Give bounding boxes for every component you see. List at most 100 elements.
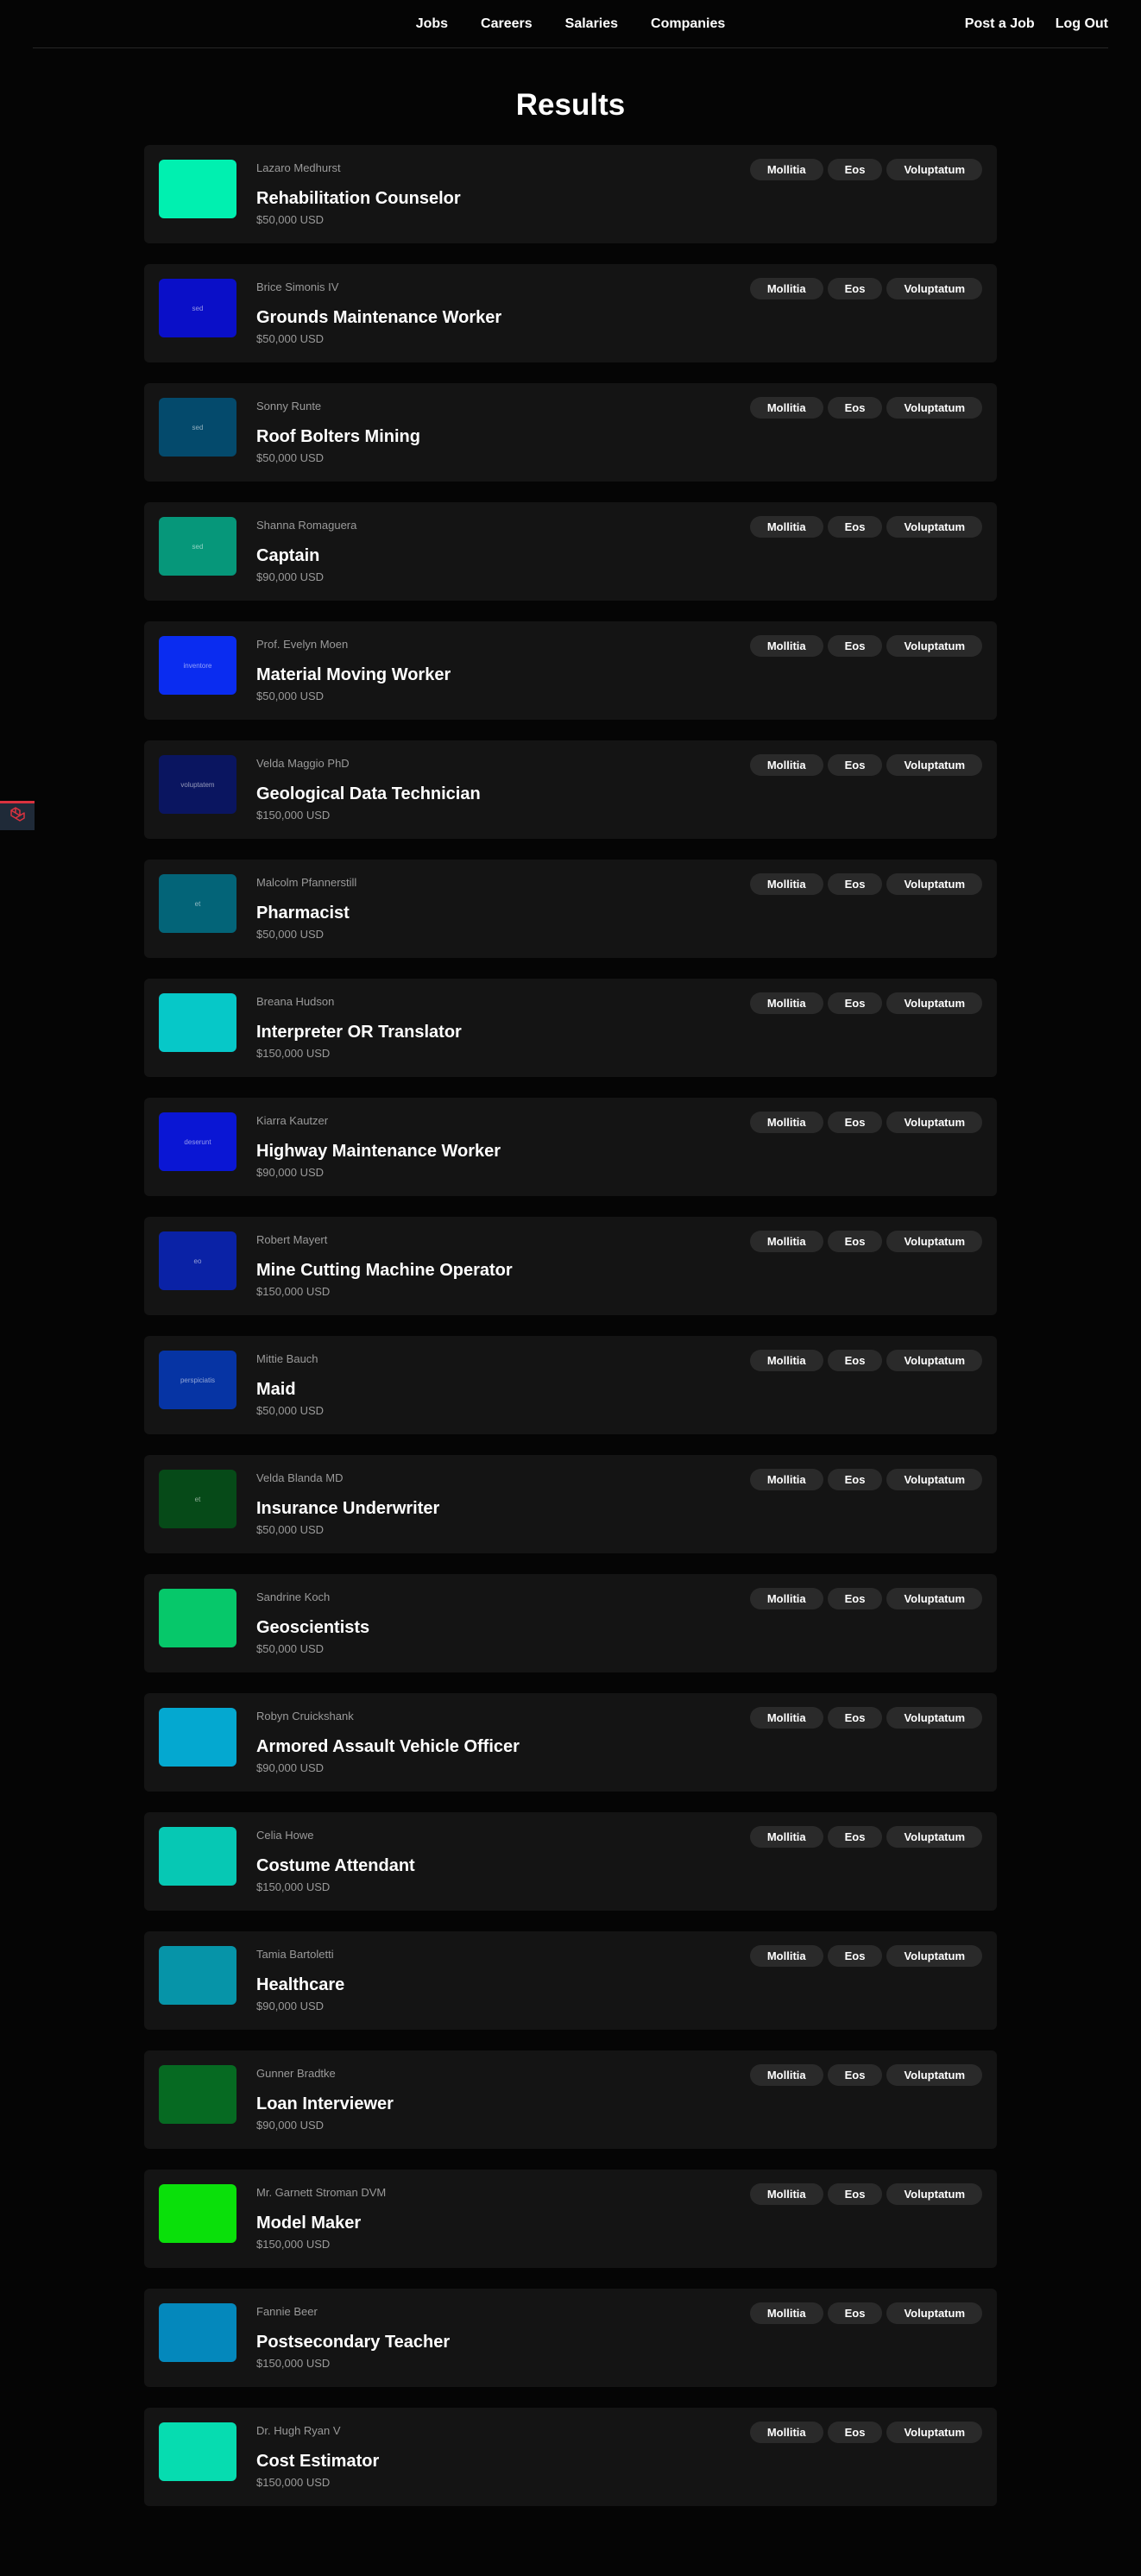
- tag-eos-button[interactable]: Eos: [827, 1350, 883, 1371]
- tag-mollitia-button[interactable]: Mollitia: [749, 1588, 823, 1609]
- tag-eos-button[interactable]: Eos: [827, 1826, 883, 1848]
- tag-eos-button[interactable]: Eos: [827, 1588, 883, 1609]
- tag-mollitia-button[interactable]: Mollitia: [749, 159, 823, 180]
- tag-voluptatum-button[interactable]: Voluptatum: [886, 2302, 982, 2324]
- job-card[interactable]: Mr. Garnett Stroman DVM Model Maker $150,0…: [144, 2170, 997, 2268]
- job-title-link[interactable]: Maid: [256, 1380, 296, 1400]
- job-card[interactable]: Dr. Hugh Ryan V Cost Estimator $150,000 US…: [144, 2408, 997, 2506]
- tag-voluptatum-button[interactable]: Voluptatum: [886, 873, 982, 895]
- tag-eos-button[interactable]: Eos: [827, 635, 883, 657]
- job-title-link[interactable]: Mine Cutting Machine Operator: [256, 1261, 513, 1281]
- job-card[interactable]: sed Sonny Runte Roof Bolters Mining $50,000…: [144, 383, 997, 482]
- job-title-link[interactable]: Highway Maintenance Worker: [256, 1142, 501, 1162]
- tag-voluptatum-button[interactable]: Voluptatum: [886, 2422, 982, 2443]
- tag-eos-button[interactable]: Eos: [827, 159, 883, 180]
- tag-voluptatum-button[interactable]: Voluptatum: [886, 516, 982, 538]
- tag-mollitia-button[interactable]: Mollitia: [749, 1350, 823, 1371]
- tag-voluptatum-button[interactable]: Voluptatum: [886, 278, 982, 299]
- job-title-link[interactable]: Roof Bolters Mining: [256, 427, 420, 447]
- job-card[interactable]: Fannie Beer Postsecondary Teacher $150,000…: [144, 2289, 997, 2387]
- job-title-link[interactable]: Insurance Underwriter: [256, 1499, 439, 1519]
- job-title-link[interactable]: Loan Interviewer: [256, 2094, 394, 2114]
- job-card[interactable]: eo Robert Mayert Mine Cutting Machine Oper…: [144, 1217, 997, 1315]
- tag-voluptatum-button[interactable]: Voluptatum: [886, 992, 982, 1014]
- log-out-link[interactable]: Log Out: [1056, 16, 1108, 32]
- tag-eos-button[interactable]: Eos: [827, 278, 883, 299]
- job-card[interactable]: deserunt Kiarra Kautzer Highway Maintenanc…: [144, 1098, 997, 1196]
- tag-eos-button[interactable]: Eos: [827, 2422, 883, 2443]
- tag-eos-button[interactable]: Eos: [827, 516, 883, 538]
- tag-eos-button[interactable]: Eos: [827, 1469, 883, 1490]
- tag-voluptatum-button[interactable]: Voluptatum: [886, 397, 982, 419]
- debugbar-toggle-button[interactable]: [0, 801, 35, 830]
- tag-mollitia-button[interactable]: Mollitia: [749, 516, 823, 538]
- tag-mollitia-button[interactable]: Mollitia: [749, 278, 823, 299]
- job-card[interactable]: perspiciatis Mittie Bauch Maid $50,000 USD M…: [144, 1336, 997, 1434]
- job-card[interactable]: inventore Prof. Evelyn Moen Material Movin…: [144, 621, 997, 720]
- job-title-link[interactable]: Captain: [256, 546, 319, 566]
- tag-eos-button[interactable]: Eos: [827, 1112, 883, 1133]
- tag-eos-button[interactable]: Eos: [827, 2302, 883, 2324]
- tag-mollitia-button[interactable]: Mollitia: [749, 2302, 823, 2324]
- job-title-link[interactable]: Costume Attendant: [256, 1856, 415, 1876]
- job-card[interactable]: Lazaro Medhurst Rehabilitation Counselor $…: [144, 145, 997, 243]
- tag-voluptatum-button[interactable]: Voluptatum: [886, 1112, 982, 1133]
- job-card[interactable]: Tamia Bartoletti Healthcare $90,000 USD Mol…: [144, 1931, 997, 2030]
- job-card[interactable]: Gunner Bradtke Loan Interviewer $90,000 US…: [144, 2050, 997, 2149]
- tag-eos-button[interactable]: Eos: [827, 754, 883, 776]
- nav-salaries-link[interactable]: Salaries: [565, 16, 618, 32]
- tag-mollitia-button[interactable]: Mollitia: [749, 992, 823, 1014]
- job-card[interactable]: Sandrine Koch Geoscientists $50,000 USD Mol…: [144, 1574, 997, 1672]
- tag-voluptatum-button[interactable]: Voluptatum: [886, 1945, 982, 1967]
- job-card[interactable]: Breana Hudson Interpreter OR Translator $1…: [144, 979, 997, 1077]
- tag-voluptatum-button[interactable]: Voluptatum: [886, 754, 982, 776]
- tag-voluptatum-button[interactable]: Voluptatum: [886, 1588, 982, 1609]
- tag-voluptatum-button[interactable]: Voluptatum: [886, 1231, 982, 1252]
- tag-voluptatum-button[interactable]: Voluptatum: [886, 2183, 982, 2205]
- tag-mollitia-button[interactable]: Mollitia: [749, 1231, 823, 1252]
- tag-eos-button[interactable]: Eos: [827, 1945, 883, 1967]
- tag-mollitia-button[interactable]: Mollitia: [749, 1469, 823, 1490]
- tag-mollitia-button[interactable]: Mollitia: [749, 397, 823, 419]
- tag-mollitia-button[interactable]: Mollitia: [749, 1112, 823, 1133]
- job-card[interactable]: voluptatem Velda Maggio PhD Geological Dat…: [144, 740, 997, 839]
- tag-voluptatum-button[interactable]: Voluptatum: [886, 1350, 982, 1371]
- nav-careers-link[interactable]: Careers: [481, 16, 533, 32]
- tag-voluptatum-button[interactable]: Voluptatum: [886, 159, 982, 180]
- job-title-link[interactable]: Material Moving Worker: [256, 665, 451, 685]
- tag-mollitia-button[interactable]: Mollitia: [749, 635, 823, 657]
- tag-mollitia-button[interactable]: Mollitia: [749, 1945, 823, 1967]
- tag-eos-button[interactable]: Eos: [827, 2183, 883, 2205]
- job-title-link[interactable]: Geological Data Technician: [256, 784, 481, 804]
- job-card[interactable]: Robyn Cruickshank Armored Assault Vehicle…: [144, 1693, 997, 1792]
- tag-mollitia-button[interactable]: Mollitia: [749, 1707, 823, 1729]
- job-title-link[interactable]: Interpreter OR Translator: [256, 1023, 462, 1042]
- tag-eos-button[interactable]: Eos: [827, 2064, 883, 2086]
- tag-eos-button[interactable]: Eos: [827, 992, 883, 1014]
- tag-voluptatum-button[interactable]: Voluptatum: [886, 1826, 982, 1848]
- tag-voluptatum-button[interactable]: Voluptatum: [886, 1707, 982, 1729]
- job-card[interactable]: Celia Howe Costume Attendant $150,000 USD M…: [144, 1812, 997, 1911]
- tag-mollitia-button[interactable]: Mollitia: [749, 1826, 823, 1848]
- job-title-link[interactable]: Grounds Maintenance Worker: [256, 308, 501, 328]
- job-title-link[interactable]: Rehabilitation Counselor: [256, 189, 461, 209]
- tag-mollitia-button[interactable]: Mollitia: [749, 2183, 823, 2205]
- tag-eos-button[interactable]: Eos: [827, 397, 883, 419]
- tag-mollitia-button[interactable]: Mollitia: [749, 873, 823, 895]
- job-card[interactable]: sed Shanna Romaguera Captain $90,000 USD Mol…: [144, 502, 997, 601]
- job-title-link[interactable]: Postsecondary Teacher: [256, 2333, 450, 2352]
- tag-mollitia-button[interactable]: Mollitia: [749, 2064, 823, 2086]
- tag-eos-button[interactable]: Eos: [827, 1231, 883, 1252]
- job-card[interactable]: et Malcolm Pfannerstill Pharmacist $50,000 …: [144, 860, 997, 958]
- job-card[interactable]: et Velda Blanda MD Insurance Underwriter $5…: [144, 1455, 997, 1553]
- tag-voluptatum-button[interactable]: Voluptatum: [886, 1469, 982, 1490]
- tag-mollitia-button[interactable]: Mollitia: [749, 2422, 823, 2443]
- post-a-job-link[interactable]: Post a Job: [965, 16, 1035, 32]
- tag-voluptatum-button[interactable]: Voluptatum: [886, 2064, 982, 2086]
- job-title-link[interactable]: Pharmacist: [256, 904, 350, 923]
- job-title-link[interactable]: Geoscientists: [256, 1618, 369, 1638]
- job-title-link[interactable]: Cost Estimator: [256, 2452, 379, 2472]
- tag-eos-button[interactable]: Eos: [827, 873, 883, 895]
- tag-eos-button[interactable]: Eos: [827, 1707, 883, 1729]
- job-title-link[interactable]: Armored Assault Vehicle Officer: [256, 1737, 520, 1757]
